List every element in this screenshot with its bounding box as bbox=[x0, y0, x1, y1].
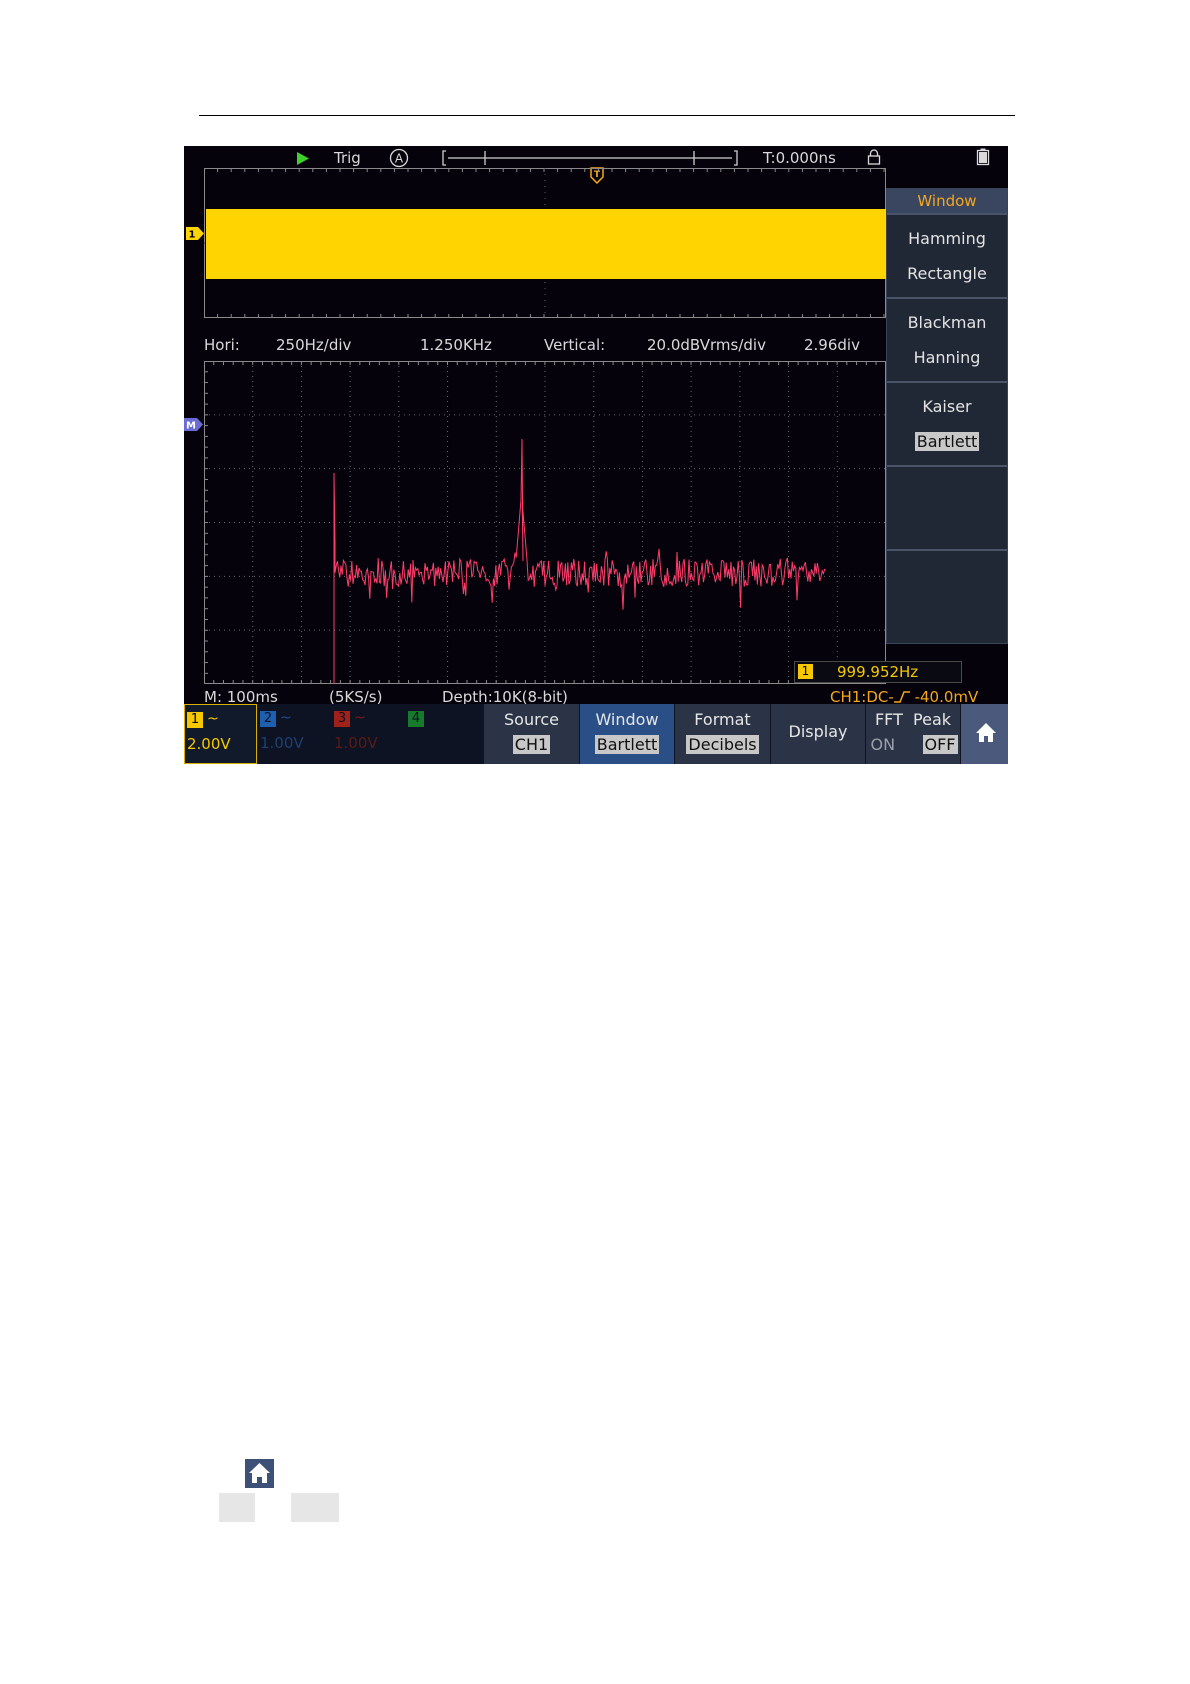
fft-spectrum-trace bbox=[333, 438, 826, 684]
hori-scale: 250Hz/div bbox=[276, 336, 352, 354]
fft-peak-toggle: ON OFF bbox=[866, 735, 960, 754]
svg-text:A: A bbox=[395, 152, 404, 166]
ch3-coupling: ~ bbox=[354, 710, 366, 726]
hori-label: Hori: bbox=[204, 336, 240, 354]
fft-peak-on: ON bbox=[870, 735, 896, 754]
ch1-number: 1 bbox=[187, 712, 203, 728]
window-menu-title: Window bbox=[887, 189, 1007, 213]
menu-option-blackman[interactable]: Blackman bbox=[887, 313, 1007, 333]
home-icon bbox=[245, 1459, 274, 1488]
vertical-position: 2.96div bbox=[804, 336, 860, 354]
reference-gray-key-2 bbox=[291, 1493, 339, 1522]
battery-icon bbox=[976, 148, 990, 166]
oscilloscope-screen: Trig A T:0.000ns T 1 Hori: 250Hz/div 1.2… bbox=[184, 146, 1008, 764]
memory-position-bar bbox=[442, 150, 738, 166]
math-marker[interactable]: M bbox=[184, 418, 204, 431]
ch3-number: 3 bbox=[334, 711, 350, 727]
channel-3-tab[interactable]: 3 ~ 1.00V bbox=[332, 704, 405, 764]
svg-text:M: M bbox=[186, 421, 196, 432]
reference-gray-key-1 bbox=[219, 1493, 255, 1522]
run-icon bbox=[297, 152, 309, 165]
source-label: Source bbox=[504, 710, 559, 729]
frequency-counter: 1 999.952Hz bbox=[794, 661, 962, 683]
trig-status: Trig bbox=[334, 149, 361, 167]
ch4-number: 4 bbox=[408, 711, 424, 727]
channel-1-tab[interactable]: 1 ~ 2.00V bbox=[184, 704, 257, 764]
window-label: Window bbox=[595, 710, 659, 729]
menu-group-5-empty bbox=[887, 549, 1007, 631]
ch1-coupling: ~ bbox=[207, 711, 219, 727]
home-button[interactable] bbox=[960, 704, 1008, 764]
ch1-volts: 2.00V bbox=[187, 735, 231, 753]
svg-text:1: 1 bbox=[189, 230, 196, 241]
menu-group-1[interactable]: Hamming Rectangle bbox=[887, 213, 1007, 297]
menu-group-2[interactable]: Blackman Hanning bbox=[887, 297, 1007, 381]
menu-group-4-empty bbox=[887, 465, 1007, 549]
bottom-softkey-bar: 1 ~ 2.00V 2 ~ 1.00V 3 ~ 1.00V 4 Source C… bbox=[184, 704, 1008, 764]
format-label: Format bbox=[694, 710, 751, 729]
channel-2-tab[interactable]: 2 ~ 1.00V bbox=[258, 704, 331, 764]
ch1-waveform bbox=[206, 209, 886, 279]
fft-peak-off: OFF bbox=[922, 735, 958, 754]
window-menu-panel: Window Hamming Rectangle Blackman Hannin… bbox=[886, 188, 1008, 644]
ch1-marker[interactable]: 1 bbox=[186, 227, 204, 240]
vertical-scale: 20.0dBVrms/div bbox=[647, 336, 766, 354]
vertical-label: Vertical: bbox=[544, 336, 606, 354]
lock-icon[interactable] bbox=[867, 149, 881, 165]
fft-peak-label: FFT Peak bbox=[874, 710, 952, 729]
window-value: Bartlett bbox=[594, 735, 660, 754]
page-top-rule bbox=[199, 115, 1015, 116]
freq-counter-value: 999.952Hz bbox=[837, 663, 919, 681]
menu-option-bartlett[interactable]: Bartlett bbox=[887, 432, 1007, 452]
source-softkey[interactable]: Source CH1 bbox=[483, 704, 579, 764]
menu-option-rectangle[interactable]: Rectangle bbox=[887, 264, 1007, 284]
auto-mode-icon: A bbox=[389, 148, 409, 168]
display-label: Display bbox=[788, 722, 848, 741]
menu-option-hanning[interactable]: Hanning bbox=[887, 348, 1007, 368]
display-softkey[interactable]: Display bbox=[770, 704, 865, 764]
fft-peak-softkey[interactable]: FFT Peak ON OFF bbox=[865, 704, 960, 764]
source-value: CH1 bbox=[512, 735, 551, 754]
home-icon bbox=[976, 723, 996, 742]
ch2-coupling: ~ bbox=[280, 710, 292, 726]
ch2-number: 2 bbox=[260, 711, 276, 727]
menu-group-3[interactable]: Kaiser Bartlett bbox=[887, 381, 1007, 465]
freq-counter-channel: 1 bbox=[798, 664, 813, 679]
format-value: Decibels bbox=[686, 735, 759, 754]
channel-4-tab[interactable]: 4 bbox=[406, 704, 479, 764]
rising-edge-icon bbox=[893, 691, 910, 703]
menu-option-hamming[interactable]: Hamming bbox=[887, 229, 1007, 249]
menu-option-kaiser[interactable]: Kaiser bbox=[887, 397, 1007, 417]
ch2-volts: 1.00V bbox=[260, 734, 304, 752]
ch3-volts: 1.00V bbox=[334, 734, 378, 752]
window-softkey[interactable]: Window Bartlett bbox=[579, 704, 674, 764]
format-softkey[interactable]: Format Decibels bbox=[674, 704, 770, 764]
time-offset: T:0.000ns bbox=[763, 149, 836, 167]
hori-center: 1.250KHz bbox=[420, 336, 492, 354]
